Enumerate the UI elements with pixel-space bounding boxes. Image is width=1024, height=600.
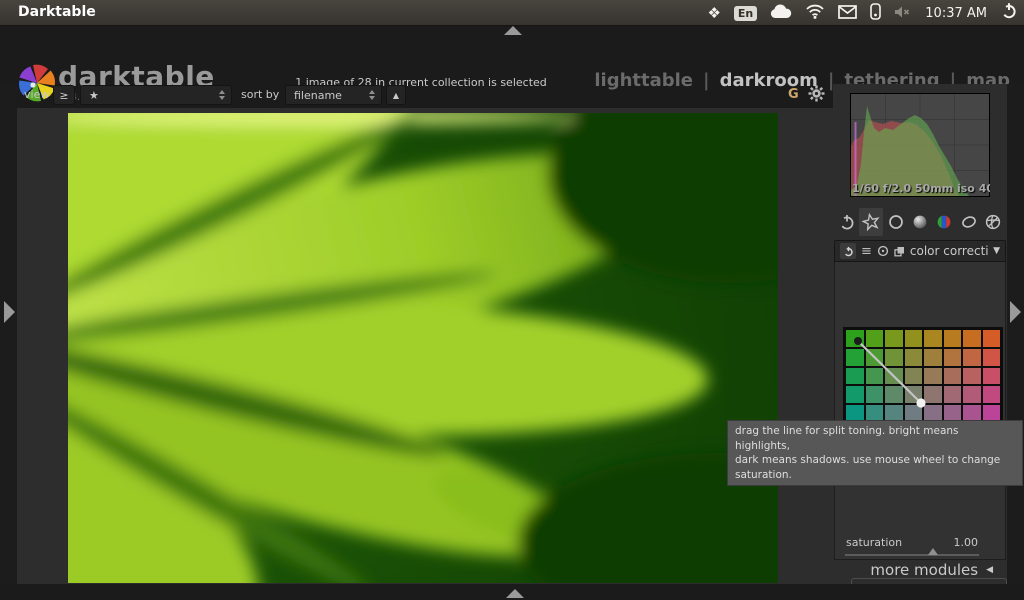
color-grid-cell[interactable] bbox=[943, 330, 961, 347]
color-grid-cell[interactable] bbox=[982, 386, 1000, 403]
tooltip-line: saturation. bbox=[735, 468, 792, 481]
color-grid-cell[interactable] bbox=[904, 367, 922, 385]
range-operator-glyph: ≥ bbox=[59, 88, 69, 102]
filter-rating-dropdown[interactable]: ★ bbox=[80, 85, 232, 105]
color-grid-cell[interactable] bbox=[963, 386, 981, 403]
collapse-left-icon: ◀ bbox=[986, 565, 993, 575]
basic-group-icon[interactable] bbox=[884, 208, 908, 236]
module-power-icon[interactable] bbox=[840, 243, 856, 259]
more-modules-label: more modules bbox=[870, 561, 979, 579]
color-grid-cell[interactable] bbox=[943, 367, 961, 385]
view-label: view bbox=[24, 88, 50, 101]
effect-group-icon[interactable] bbox=[981, 208, 1005, 236]
color-grid-cell[interactable] bbox=[865, 367, 883, 385]
color-grid-cell[interactable] bbox=[924, 330, 942, 347]
saturation-label: saturation bbox=[846, 536, 903, 549]
window-title: Darktable bbox=[18, 4, 96, 20]
color-correction-module-header: ≡ color correctio ▼ bbox=[834, 240, 1006, 262]
color-grid-cell[interactable] bbox=[982, 330, 1000, 347]
module-expand-icon[interactable]: ▼ bbox=[993, 246, 1000, 256]
expand-bottom-panel-arrow[interactable] bbox=[506, 589, 524, 598]
color-grid-cell[interactable] bbox=[846, 330, 864, 347]
tooltip-line: drag the line for split toning. bright m… bbox=[735, 425, 959, 452]
color-grid-cell[interactable] bbox=[982, 348, 1000, 366]
sort-direction-button[interactable]: ▲ bbox=[386, 85, 406, 105]
color-grid-cell[interactable] bbox=[943, 348, 961, 366]
exif-info: 1/60 f/2.0 50mm iso 40 bbox=[852, 182, 990, 195]
collapse-right-panel-arrow[interactable] bbox=[1010, 301, 1021, 323]
system-bar: Darktable ❖ En 10:37 AM bbox=[0, 0, 1024, 26]
color-grid-cell[interactable] bbox=[963, 330, 981, 347]
keyboard-layout-indicator[interactable]: En bbox=[733, 5, 758, 21]
saturation-value: 1.00 bbox=[953, 536, 979, 549]
range-operator-button[interactable]: ≥ bbox=[53, 85, 75, 105]
cloud-icon[interactable] bbox=[770, 3, 792, 23]
session-gear-icon[interactable] bbox=[1000, 2, 1018, 24]
saturation-slider-handle[interactable] bbox=[928, 548, 938, 555]
color-group-icon[interactable] bbox=[932, 208, 956, 236]
color-grid-cell[interactable] bbox=[885, 367, 903, 385]
color-grid-cell[interactable] bbox=[846, 386, 864, 403]
color-grid-cell[interactable] bbox=[885, 386, 903, 403]
dropbox-icon[interactable]: ❖ bbox=[707, 5, 720, 21]
color-grid-cell[interactable] bbox=[904, 386, 922, 403]
photo-image[interactable] bbox=[68, 113, 778, 583]
saturation-slider[interactable] bbox=[845, 554, 979, 556]
tooltip: drag the line for split toning. bright m… bbox=[727, 420, 1023, 486]
color-grid-cell[interactable] bbox=[846, 367, 864, 385]
color-grid-cell[interactable] bbox=[885, 348, 903, 366]
view-darkroom[interactable]: darkroom bbox=[720, 70, 818, 91]
color-grid-cell[interactable] bbox=[943, 386, 961, 403]
sort-by-label: sort by bbox=[241, 88, 280, 101]
multi-instance-icon[interactable] bbox=[894, 242, 905, 261]
color-grid-cell[interactable] bbox=[963, 367, 981, 385]
clock[interactable]: 10:37 AM bbox=[925, 6, 987, 21]
color-grid-cell[interactable] bbox=[865, 330, 883, 347]
tone-group-icon[interactable] bbox=[908, 208, 932, 236]
module-groups-row bbox=[835, 207, 1005, 237]
spinner-icon bbox=[369, 90, 375, 100]
color-grid-cell[interactable] bbox=[865, 348, 883, 366]
color-grid-cell[interactable] bbox=[982, 367, 1000, 385]
color-grid-cell[interactable] bbox=[885, 330, 903, 347]
color-grid-cell[interactable] bbox=[904, 330, 922, 347]
spinner-icon bbox=[219, 90, 225, 100]
sort-field-value: filename bbox=[294, 88, 342, 102]
collapse-top-panel-arrow[interactable] bbox=[504, 26, 522, 35]
correct-group-icon[interactable] bbox=[957, 208, 981, 236]
module-title[interactable]: color correctio bbox=[910, 244, 988, 258]
sort-field-dropdown[interactable]: filename bbox=[285, 85, 382, 105]
sort-ascend-icon: ▲ bbox=[392, 90, 400, 100]
star-icon: ★ bbox=[89, 88, 99, 102]
volume-muted-icon[interactable] bbox=[894, 4, 912, 23]
color-grid-cell[interactable] bbox=[904, 348, 922, 366]
show-active-modules-icon[interactable] bbox=[835, 208, 859, 236]
color-grid-cell[interactable] bbox=[924, 367, 942, 385]
nav-separator: | bbox=[703, 70, 710, 91]
color-grid-cell[interactable] bbox=[924, 386, 942, 403]
system-tray: ❖ En 10:37 AM bbox=[707, 0, 1018, 26]
expand-left-panel-arrow[interactable] bbox=[4, 301, 15, 323]
color-grid-cell[interactable] bbox=[963, 348, 981, 366]
presets-menu-icon[interactable]: ≡ bbox=[861, 245, 872, 258]
favorite-modules-icon[interactable] bbox=[859, 208, 884, 236]
color-grid-cell[interactable] bbox=[865, 386, 883, 403]
view-lighttable[interactable]: lighttable bbox=[594, 70, 693, 91]
tooltip-line: dark means shadows. use mouse wheel to c… bbox=[735, 454, 1001, 466]
grouping-toggle[interactable]: G bbox=[788, 87, 799, 102]
color-grid-cell[interactable] bbox=[924, 348, 942, 366]
device-battery-icon[interactable] bbox=[870, 2, 882, 24]
wifi-icon[interactable] bbox=[805, 4, 825, 23]
left-panel-collapsed bbox=[0, 84, 17, 584]
overlays-gear-icon[interactable] bbox=[808, 85, 825, 106]
color-grid-cell[interactable] bbox=[846, 348, 864, 366]
right-edge-strip bbox=[1007, 84, 1024, 584]
mail-icon[interactable] bbox=[838, 4, 858, 23]
reset-parameters-icon[interactable] bbox=[877, 242, 889, 261]
